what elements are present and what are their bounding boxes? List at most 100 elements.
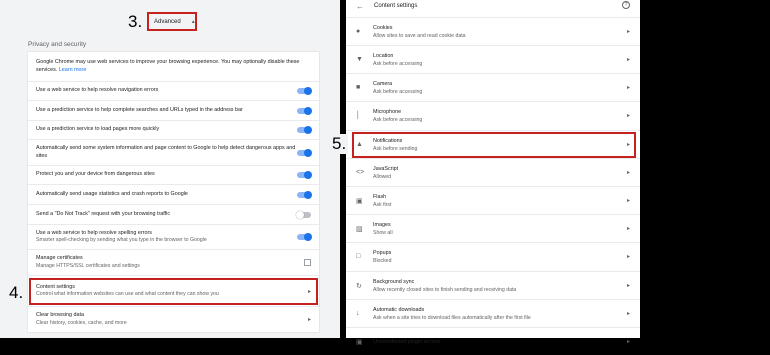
- cookie-icon: ●: [356, 28, 361, 35]
- toggle-row[interactable]: Use a prediction service to help complet…: [28, 100, 319, 120]
- content-setting-row[interactable]: │ Microphone Ask before accessing ▸: [346, 101, 640, 129]
- content-setting-row[interactable]: ▨ Images Show all ▸: [346, 214, 640, 242]
- page-title: Content settings: [374, 3, 418, 9]
- chevron-right-icon: ▸: [626, 113, 630, 119]
- row-sublabel: Ask before accessing: [373, 88, 423, 95]
- learn-more-link[interactable]: Learn more: [59, 67, 87, 73]
- row-title: JavaScript: [373, 165, 399, 172]
- row-label: Manage certificates: [36, 255, 83, 261]
- row-sublabel: Show all: [373, 229, 393, 236]
- notifications-highlight: [352, 132, 636, 158]
- chevron-right-icon: ▸: [626, 29, 630, 35]
- chevron-right-icon: ▸: [626, 85, 630, 91]
- toggle-row[interactable]: Send a "Do Not Track" request with your …: [28, 204, 319, 224]
- chevron-right-icon: ▸: [307, 317, 311, 323]
- row-title: Background sync: [373, 278, 415, 285]
- code-icon: <>: [356, 169, 365, 176]
- row-title: Unsandboxed plugin access: [373, 338, 441, 345]
- content-setting-row[interactable]: □ Popups Blocked ▸: [346, 242, 640, 270]
- clear-browsing-data-row[interactable]: Clear browsing data Clear history, cookie…: [28, 306, 319, 332]
- row-sublabel: Ask first: [373, 201, 392, 208]
- row-title: Location: [373, 52, 394, 59]
- plugin-icon: ▣: [356, 338, 363, 346]
- content-settings-header: ← Content settings ?: [346, 0, 640, 12]
- row-label: Automatically send some system informati…: [36, 145, 296, 159]
- camera-icon: ■: [356, 84, 361, 91]
- microphone-icon: │: [356, 112, 361, 119]
- row-label: Send a "Do Not Track" request with your …: [36, 210, 171, 217]
- advanced-settings-panel: Advanced ▲ Privacy and security Google C…: [0, 0, 340, 338]
- row-sublabel: Smarter spell-checking by sending what y…: [36, 237, 207, 243]
- step-3-marker: 3.: [128, 12, 143, 31]
- step-5-marker: 5.: [330, 134, 349, 154]
- download-icon: ↓: [356, 310, 360, 317]
- toggle-row[interactable]: Use a web service to help resolve naviga…: [28, 81, 319, 100]
- content-setting-row[interactable]: ● Cookies Allow sites to save and read coo…: [346, 17, 640, 45]
- content-setting-row[interactable]: ■ Camera Ask before accessing ▸: [346, 73, 640, 101]
- chevron-right-icon: ▸: [626, 170, 630, 176]
- content-setting-row[interactable]: ▣ Flash Ask first ▸: [346, 186, 640, 214]
- toggle-switch[interactable]: [297, 126, 312, 134]
- toggle-switch[interactable]: [297, 148, 312, 157]
- toggle-switch[interactable]: [297, 190, 312, 199]
- row-title: Camera: [373, 80, 393, 87]
- chevron-right-icon: ▸: [626, 283, 630, 289]
- content-setting-row[interactable]: ▣ Unsandboxed plugin access ▸: [346, 327, 640, 355]
- chevron-right-icon: ▸: [626, 57, 630, 63]
- advanced-label: Advanced: [154, 18, 181, 25]
- manage-certificates-row[interactable]: Manage certificates Manage HTTPS/SSL cert…: [28, 249, 319, 275]
- toggle-switch[interactable]: [297, 233, 312, 241]
- row-label: Use a prediction service to help complet…: [36, 106, 243, 113]
- chevron-up-icon: ▲: [190, 18, 196, 25]
- row-title: Flash: [373, 193, 387, 200]
- toggle-switch[interactable]: [297, 106, 312, 115]
- row-label: Use a web service to help resolve naviga…: [36, 87, 159, 94]
- row-title: Popups: [373, 249, 392, 256]
- content-settings-highlight: [29, 278, 318, 305]
- toggle-row[interactable]: Use a prediction service to load pages m…: [28, 120, 319, 139]
- chevron-right-icon: ▸: [626, 198, 630, 204]
- row-label: Use a web service to help resolve spelli…: [36, 229, 152, 236]
- row-sublabel: Clear history, cookies, cache, and more: [36, 319, 127, 326]
- toggle-row[interactable]: Protect you and your device from dangero…: [28, 165, 319, 184]
- toggle-switch[interactable]: [296, 210, 311, 219]
- toggle-switch[interactable]: [297, 171, 312, 179]
- row-label: Use a prediction service to load pages m…: [36, 126, 160, 133]
- row-sublabel: Ask before accessing: [373, 116, 423, 123]
- toggle-row[interactable]: Automatically send usage statistics and …: [28, 184, 319, 204]
- row-sublabel: Ask when a site tries to download files …: [373, 314, 531, 321]
- row-sublabel: Allow sites to save and read cookie data: [373, 32, 466, 39]
- popup-icon: □: [356, 253, 361, 260]
- location-icon: ▼: [356, 56, 363, 63]
- spellcheck-row[interactable]: Use a web service to help resolve spelli…: [28, 224, 319, 249]
- content-setting-row[interactable]: ▼ Location Ask before accessing ▸: [346, 45, 640, 73]
- row-title: Images: [373, 221, 391, 228]
- chevron-right-icon: ▸: [626, 311, 630, 317]
- row-label: Protect you and your device from dangero…: [36, 171, 155, 178]
- row-title: Automatic downloads: [373, 306, 425, 313]
- chevron-right-icon: ▸: [626, 339, 630, 345]
- row-label: Automatically send usage statistics and …: [36, 190, 188, 197]
- sync-icon: ↻: [356, 282, 362, 290]
- content-setting-row[interactable]: ↓ Automatic downloads Ask when a site trie…: [346, 299, 640, 327]
- toggle-switch[interactable]: [297, 87, 312, 95]
- external-link-icon: [304, 259, 311, 266]
- row-sublabel: Blocked: [373, 257, 392, 264]
- image-icon: ▨: [356, 225, 363, 233]
- content-setting-row[interactable]: <> JavaScript Allowed ▸: [346, 158, 640, 186]
- row-sublabel: Manage HTTPS/SSL certificates and settin…: [36, 262, 140, 269]
- row-label: Clear browsing data: [36, 312, 84, 318]
- row-sublabel: Ask before accessing: [373, 60, 423, 67]
- content-settings-panel: ← Content settings ? ● Cookies Allow sites…: [346, 0, 640, 346]
- advanced-button[interactable]: Advanced ▲: [147, 12, 197, 31]
- section-title: Privacy and security: [28, 41, 87, 48]
- row-title: Microphone: [373, 108, 402, 115]
- row-sublabel: Allow recently closed sites to finish se…: [373, 286, 517, 293]
- toggle-row[interactable]: Automatically send some system informati…: [28, 139, 319, 165]
- help-icon[interactable]: ?: [622, 1, 630, 9]
- row-sublabel: Allowed: [373, 173, 392, 180]
- content-setting-row[interactable]: ↻ Background sync Allow recently closed si…: [346, 271, 640, 299]
- back-arrow-icon[interactable]: ←: [356, 2, 364, 11]
- puzzle-icon: ▣: [356, 197, 363, 205]
- chevron-right-icon: ▸: [626, 226, 630, 232]
